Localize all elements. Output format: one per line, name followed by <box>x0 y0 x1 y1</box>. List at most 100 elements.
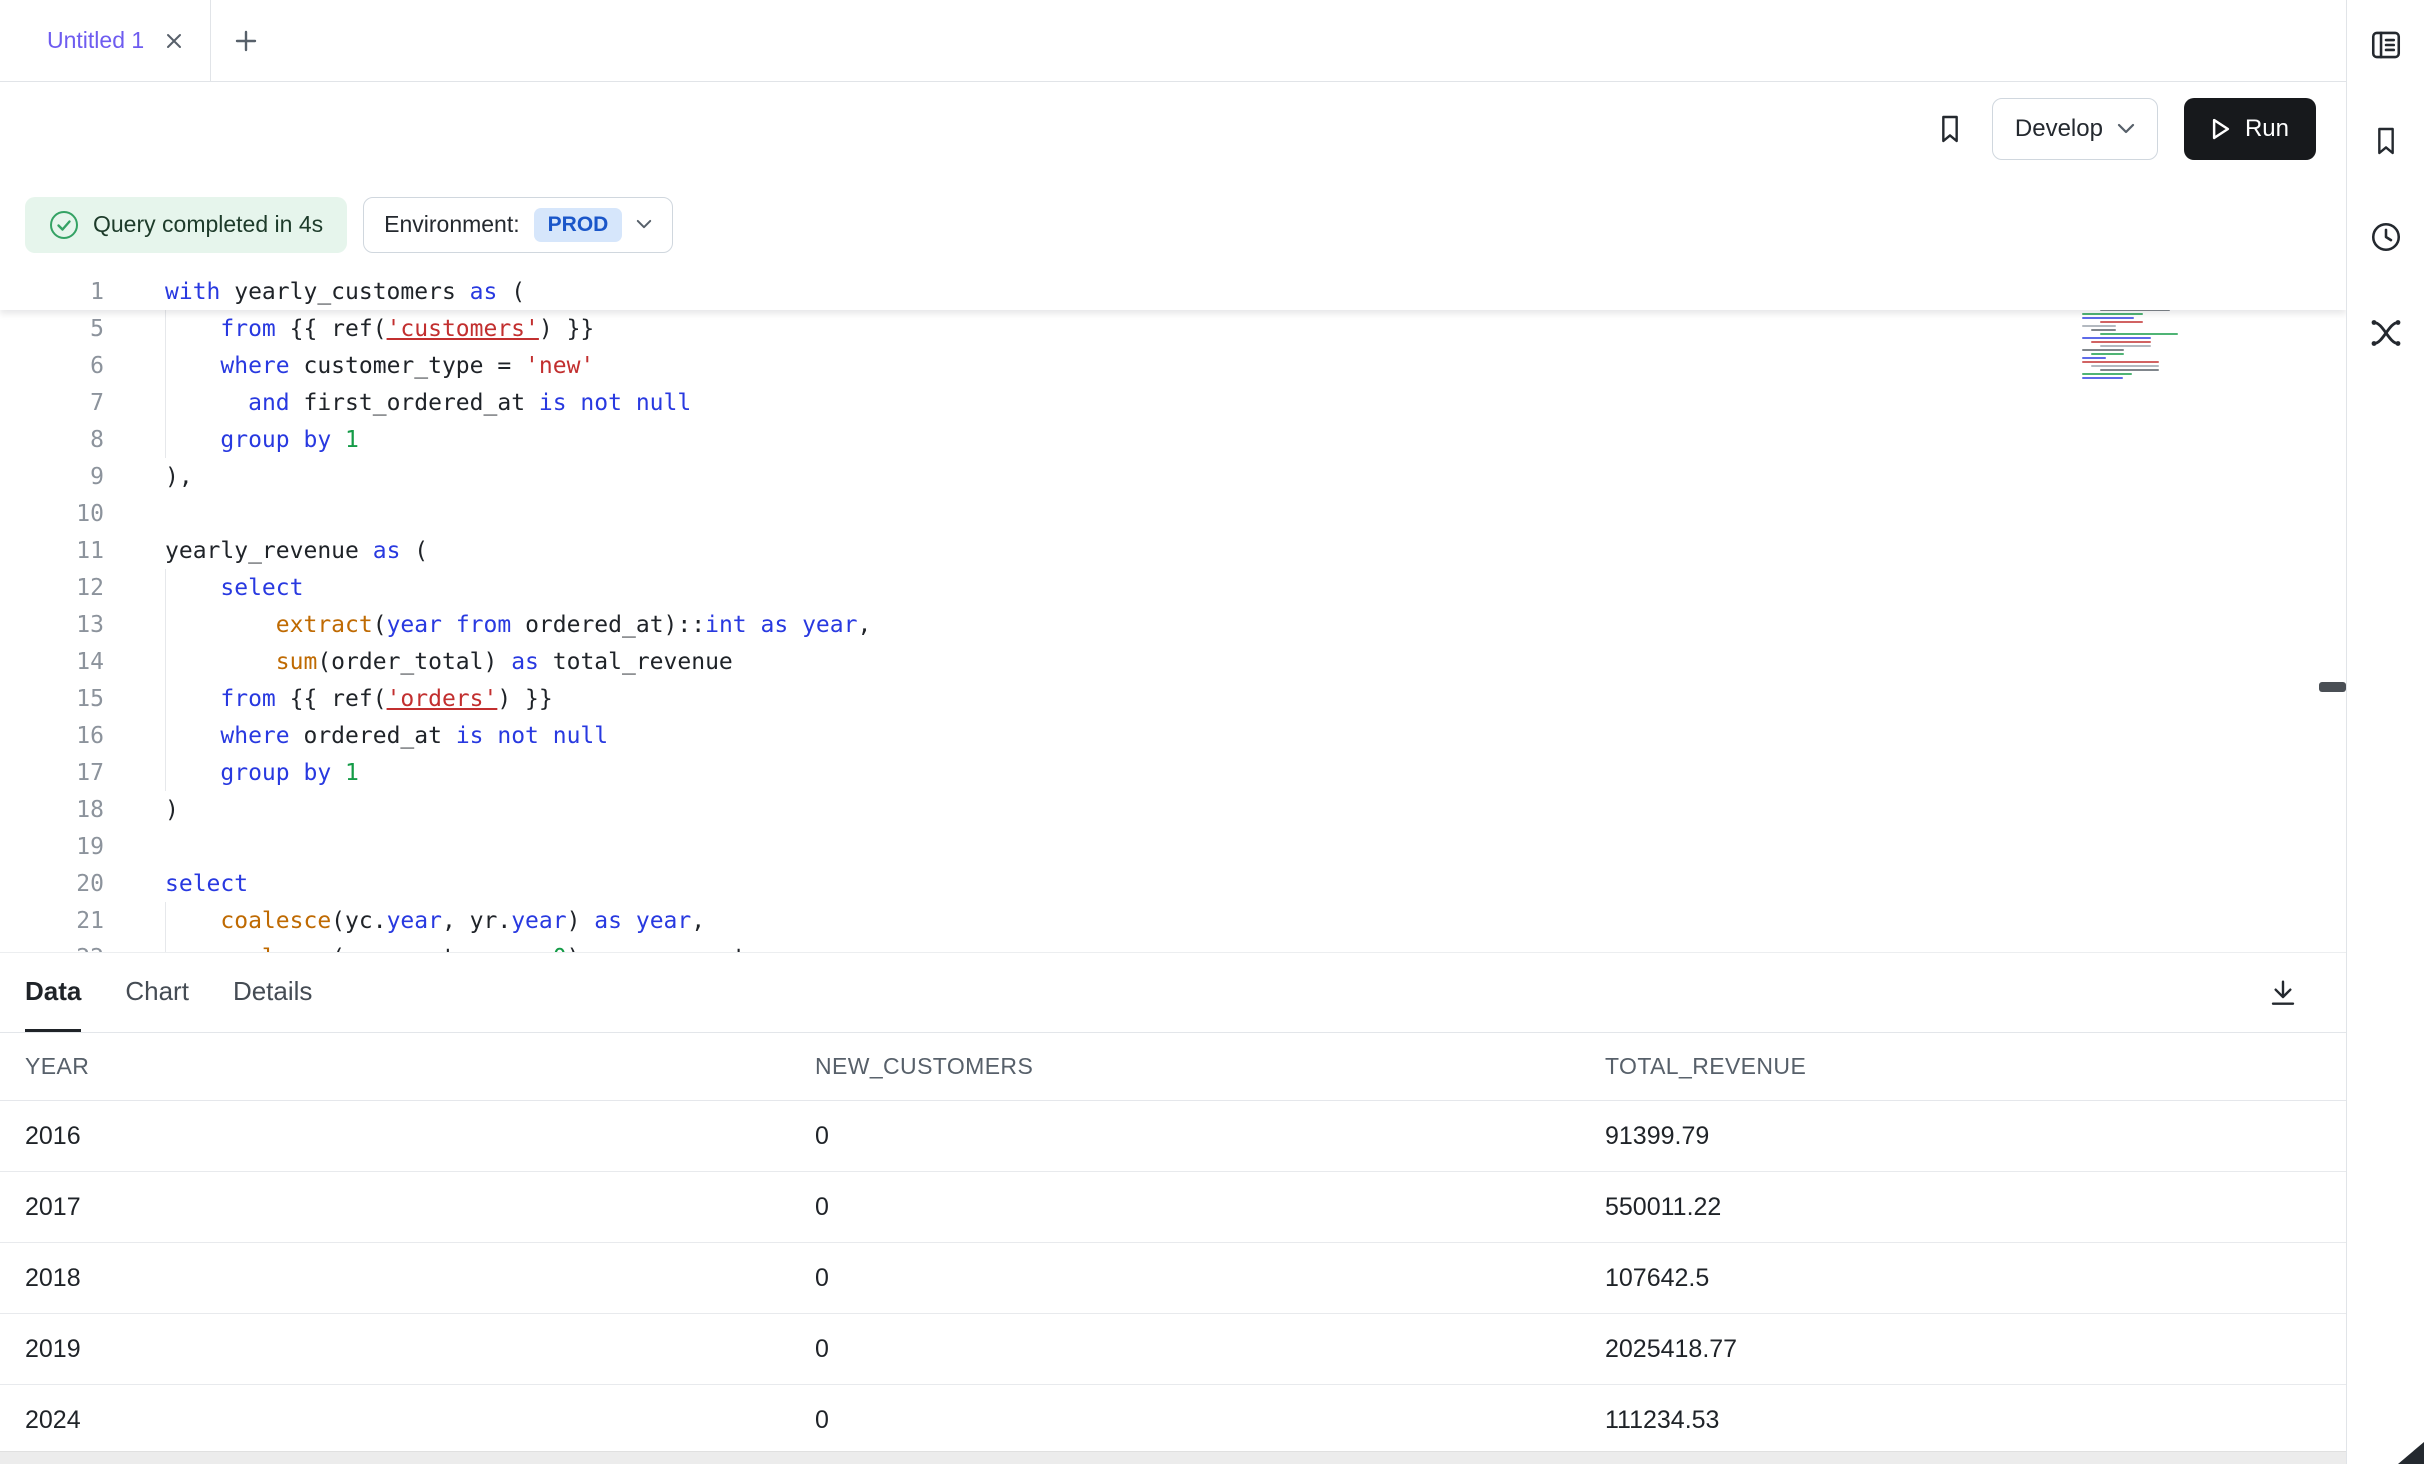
code-line: 1with yearly_customers as ( <box>0 273 2346 310</box>
table-cell: 0 <box>815 1406 1605 1435</box>
table-cell: 111234.53 <box>1605 1406 2346 1435</box>
right-icon-sidebar <box>2346 0 2424 1464</box>
develop-dropdown[interactable]: Develop <box>1992 98 2158 160</box>
line-number: 18 <box>0 797 104 823</box>
horizontal-scrollbar[interactable] <box>0 1451 2346 1464</box>
code-text: where customer_type = 'new' <box>104 347 2346 384</box>
sql-editor[interactable]: 1with yearly_customers as (5 from {{ ref… <box>0 273 2346 952</box>
line-number: 22 <box>0 945 104 953</box>
model-ref-link[interactable]: 'orders' <box>387 686 498 712</box>
results-panel: DataChartDetails YEARNEW_CUSTOMERSTOTAL_… <box>0 952 2346 1464</box>
line-number: 13 <box>0 612 104 638</box>
download-results-button[interactable] <box>2256 953 2310 1032</box>
table-cell: 2024 <box>25 1406 815 1435</box>
code-line: 22 coalesce(new_customers, 0) as new_cus… <box>0 939 2346 952</box>
code-line: 12 select <box>0 569 2346 606</box>
table-cell: 2017 <box>25 1193 815 1222</box>
environment-selector[interactable]: Environment: PROD <box>363 197 673 253</box>
table-cell: 550011.22 <box>1605 1193 2346 1222</box>
code-text: sum(order_total) as total_revenue <box>104 643 2346 680</box>
history-clock-icon[interactable] <box>2367 218 2405 256</box>
editor-scrollbar-marker[interactable] <box>2319 682 2346 692</box>
results-tab-row: Data Chart Details <box>0 953 2346 1033</box>
code-line: 18) <box>0 791 2346 828</box>
line-number: 1 <box>0 279 104 305</box>
table-cell: 0 <box>815 1335 1605 1364</box>
status-bar: Query completed in 4s Environment: PROD <box>0 176 2346 273</box>
run-button[interactable]: Run <box>2184 98 2316 160</box>
check-circle-icon <box>49 210 79 240</box>
table-cell: 0 <box>815 1122 1605 1151</box>
query-status-pill: Query completed in 4s <box>25 197 347 253</box>
code-text: coalesce(yc.year, yr.year) as year, <box>104 902 2346 939</box>
code-line: 6 where customer_type = 'new' <box>0 347 2346 384</box>
list-panel-icon[interactable] <box>2367 26 2405 64</box>
bookmark-icon[interactable] <box>2367 122 2405 160</box>
file-tab-bar: Untitled 1 <box>0 0 2346 82</box>
code-text <box>104 495 2346 532</box>
code-line: 19 <box>0 828 2346 865</box>
line-number: 21 <box>0 908 104 934</box>
code-text: select <box>104 569 2346 606</box>
column-header: YEAR <box>25 1053 815 1080</box>
line-number: 9 <box>0 464 104 490</box>
code-line: 21 coalesce(yc.year, yr.year) as year, <box>0 902 2346 939</box>
line-number: 6 <box>0 353 104 379</box>
tab-untitled-1[interactable]: Untitled 1 <box>0 0 211 81</box>
environment-badge: PROD <box>534 208 623 242</box>
table-cell: 107642.5 <box>1605 1264 2346 1293</box>
line-number: 19 <box>0 834 104 860</box>
code-text <box>104 828 2346 865</box>
code-text: group by 1 <box>104 754 2346 791</box>
lineage-icon[interactable] <box>2367 314 2405 352</box>
chevron-down-icon <box>2117 123 2135 135</box>
code-text: from {{ ref('orders') }} <box>104 680 2346 717</box>
results-tabs: Data Chart Details <box>25 953 312 1032</box>
line-number: 10 <box>0 501 104 527</box>
app-window: Untitled 1 Develop Run <box>0 0 2424 1464</box>
model-ref-link[interactable]: 'customers' <box>387 316 539 342</box>
table-row: 2016091399.79 <box>0 1101 2346 1172</box>
close-icon[interactable] <box>164 31 184 51</box>
code-line: 10 <box>0 495 2346 532</box>
code-line: 15 from {{ ref('orders') }} <box>0 680 2346 717</box>
table-cell: 91399.79 <box>1605 1122 2346 1151</box>
results-tab-chart[interactable]: Chart <box>125 953 189 1032</box>
table-cell: 2016 <box>25 1122 815 1151</box>
line-number: 8 <box>0 427 104 453</box>
query-status-text: Query completed in 4s <box>93 211 323 238</box>
chevron-down-icon <box>636 219 652 230</box>
line-number: 14 <box>0 649 104 675</box>
new-tab-button[interactable] <box>211 0 281 81</box>
table-cell: 2025418.77 <box>1605 1335 2346 1364</box>
code-line: 13 extract(year from ordered_at)::int as… <box>0 606 2346 643</box>
table-row: 20240111234.53 <box>0 1385 2346 1456</box>
code-line: 8 group by 1 <box>0 421 2346 458</box>
table-row: 201902025418.77 <box>0 1314 2346 1385</box>
code-text: ), <box>104 458 2346 495</box>
column-header: TOTAL_REVENUE <box>1605 1053 2346 1080</box>
bookmark-icon[interactable] <box>1934 113 1966 145</box>
table-cell: 2019 <box>25 1335 815 1364</box>
toolbar: Develop Run <box>0 82 2346 176</box>
results-tab-data[interactable]: Data <box>25 953 81 1032</box>
code-text: and first_ordered_at is not null <box>104 384 2346 421</box>
tab-label: Untitled 1 <box>47 27 144 54</box>
resize-grip-icon[interactable] <box>2398 1442 2424 1464</box>
code-text: with yearly_customers as ( <box>104 273 2346 310</box>
line-number: 16 <box>0 723 104 749</box>
code-line: 5 from {{ ref('customers') }} <box>0 310 2346 347</box>
table-body: 2016091399.7920170550011.2220180107642.5… <box>0 1101 2346 1456</box>
line-number: 17 <box>0 760 104 786</box>
results-tab-details[interactable]: Details <box>233 953 312 1032</box>
develop-label: Develop <box>2015 115 2103 143</box>
code-line: 7 and first_ordered_at is not null <box>0 384 2346 421</box>
code-text: yearly_revenue as ( <box>104 532 2346 569</box>
table-cell: 2018 <box>25 1264 815 1293</box>
download-icon <box>2267 977 2299 1009</box>
code-text: where ordered_at is not null <box>104 717 2346 754</box>
run-play-icon <box>2211 118 2231 140</box>
code-text: ) <box>104 791 2346 828</box>
code-line: 11yearly_revenue as ( <box>0 532 2346 569</box>
line-number: 15 <box>0 686 104 712</box>
